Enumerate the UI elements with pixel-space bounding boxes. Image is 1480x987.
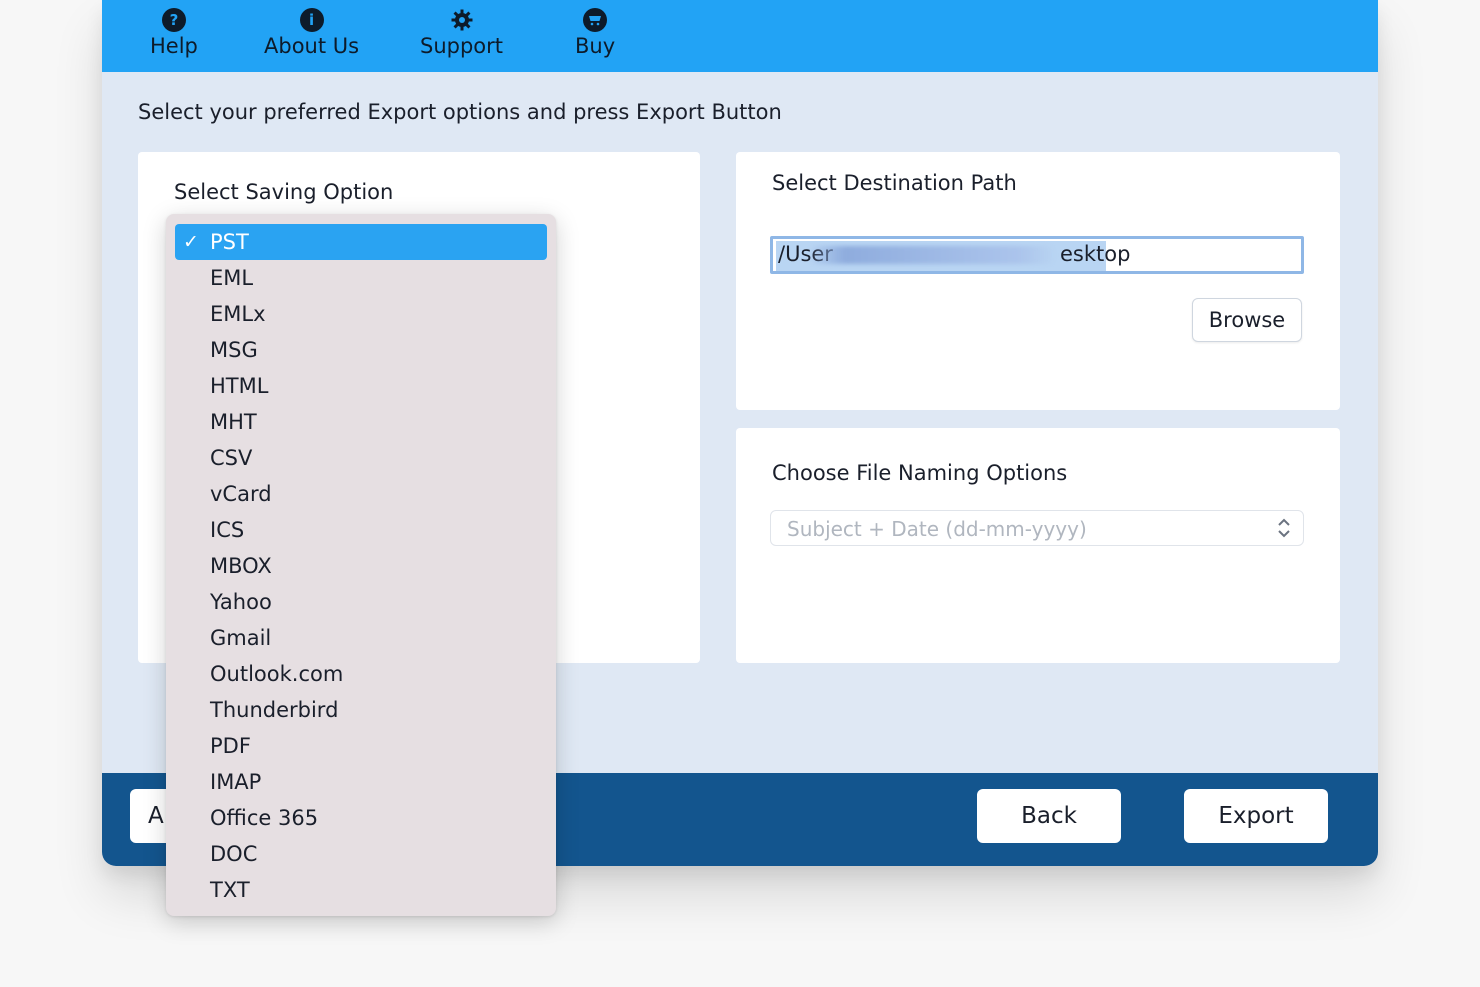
dropdown-option-thunderbird[interactable]: Thunderbird xyxy=(175,692,547,728)
dropdown-option-label: MBOX xyxy=(210,554,272,578)
dropdown-option-label: Gmail xyxy=(210,626,272,650)
dropdown-option-ics[interactable]: ICS xyxy=(175,512,547,548)
support-label: Support xyxy=(420,34,504,58)
dropdown-option-label: MSG xyxy=(210,338,258,362)
gear-icon xyxy=(450,8,474,32)
dropdown-option-outlook-com[interactable]: Outlook.com xyxy=(175,656,547,692)
naming-selected-value: Subject + Date (dd-mm-yyyy) xyxy=(787,517,1087,541)
info-icon: i xyxy=(299,8,324,32)
dropdown-option-label: Outlook.com xyxy=(210,662,344,686)
dropdown-option-emlx[interactable]: EMLx xyxy=(175,296,547,332)
naming-options-title: Choose File Naming Options xyxy=(772,461,1068,485)
dropdown-option-vcard[interactable]: vCard xyxy=(175,476,547,512)
buy-label: Buy xyxy=(575,34,616,58)
destination-panel: Select Destination Path /User esktop Bro… xyxy=(736,152,1340,410)
dropdown-option-label: vCard xyxy=(210,482,272,506)
dropdown-option-label: DOC xyxy=(210,842,258,866)
dropdown-option-pdf[interactable]: PDF xyxy=(175,728,547,764)
dropdown-option-html[interactable]: HTML xyxy=(175,368,547,404)
updown-chevron-icon xyxy=(1278,518,1290,538)
back-button[interactable]: Back xyxy=(977,789,1121,843)
partial-left-button-label: A xyxy=(148,803,164,829)
dropdown-option-yahoo[interactable]: Yahoo xyxy=(175,584,547,620)
dropdown-option-txt[interactable]: TXT xyxy=(175,872,547,908)
help-label: Help xyxy=(150,34,198,58)
question-icon: ? xyxy=(161,8,186,32)
dropdown-option-label: TXT xyxy=(210,878,250,902)
dropdown-option-label: PDF xyxy=(210,734,251,758)
destination-title: Select Destination Path xyxy=(772,171,1017,195)
export-button[interactable]: Export xyxy=(1184,789,1328,843)
checkmark-icon: ✓ xyxy=(183,231,199,253)
dropdown-option-label: Office 365 xyxy=(210,806,319,830)
buy-button[interactable]: Buy xyxy=(575,8,615,66)
top-toolbar: ? Help i About Us Support Buy xyxy=(102,0,1378,72)
dropdown-option-office-365[interactable]: Office 365 xyxy=(175,800,547,836)
naming-options-select[interactable]: Subject + Date (dd-mm-yyyy) xyxy=(770,510,1304,546)
dropdown-option-label: IMAP xyxy=(210,770,262,794)
dropdown-option-label: ICS xyxy=(210,518,245,542)
cart-icon xyxy=(583,8,608,32)
dropdown-option-pst[interactable]: ✓ PST xyxy=(175,224,547,260)
dropdown-option-label: MHT xyxy=(210,410,257,434)
saving-option-title: Select Saving Option xyxy=(174,180,394,204)
dropdown-option-label: HTML xyxy=(210,374,269,398)
help-button[interactable]: ? Help xyxy=(150,8,198,66)
dropdown-option-csv[interactable]: CSV xyxy=(175,440,547,476)
path-suffix-text: esktop xyxy=(1060,242,1131,266)
path-redaction-blur xyxy=(808,246,1056,264)
dropdown-option-label: PST xyxy=(210,230,249,254)
instruction-text: Select your preferred Export options and… xyxy=(138,100,782,124)
browse-button[interactable]: Browse xyxy=(1192,298,1302,342)
naming-options-panel: Choose File Naming Options Subject + Dat… xyxy=(736,428,1340,663)
dropdown-option-label: Thunderbird xyxy=(210,698,339,722)
dropdown-option-gmail[interactable]: Gmail xyxy=(175,620,547,656)
dropdown-option-label: EML xyxy=(210,266,254,290)
dropdown-option-doc[interactable]: DOC xyxy=(175,836,547,872)
saving-option-dropdown: ✓ PST EML EMLx MSG HTML MHT CSV vCard ICS MBOX Yaho… xyxy=(166,214,556,916)
dropdown-option-eml[interactable]: EML xyxy=(175,260,547,296)
dropdown-option-mbox[interactable]: MBOX xyxy=(175,548,547,584)
dropdown-option-msg[interactable]: MSG xyxy=(175,332,547,368)
dropdown-option-label: CSV xyxy=(210,446,253,470)
dropdown-option-mht[interactable]: MHT xyxy=(175,404,547,440)
about-us-label: About Us xyxy=(264,34,360,58)
dropdown-option-label: Yahoo xyxy=(210,590,272,614)
support-button[interactable]: Support xyxy=(420,8,503,66)
about-us-button[interactable]: i About Us xyxy=(264,8,359,66)
dropdown-option-label: EMLx xyxy=(210,302,266,326)
dropdown-option-imap[interactable]: IMAP xyxy=(175,764,547,800)
